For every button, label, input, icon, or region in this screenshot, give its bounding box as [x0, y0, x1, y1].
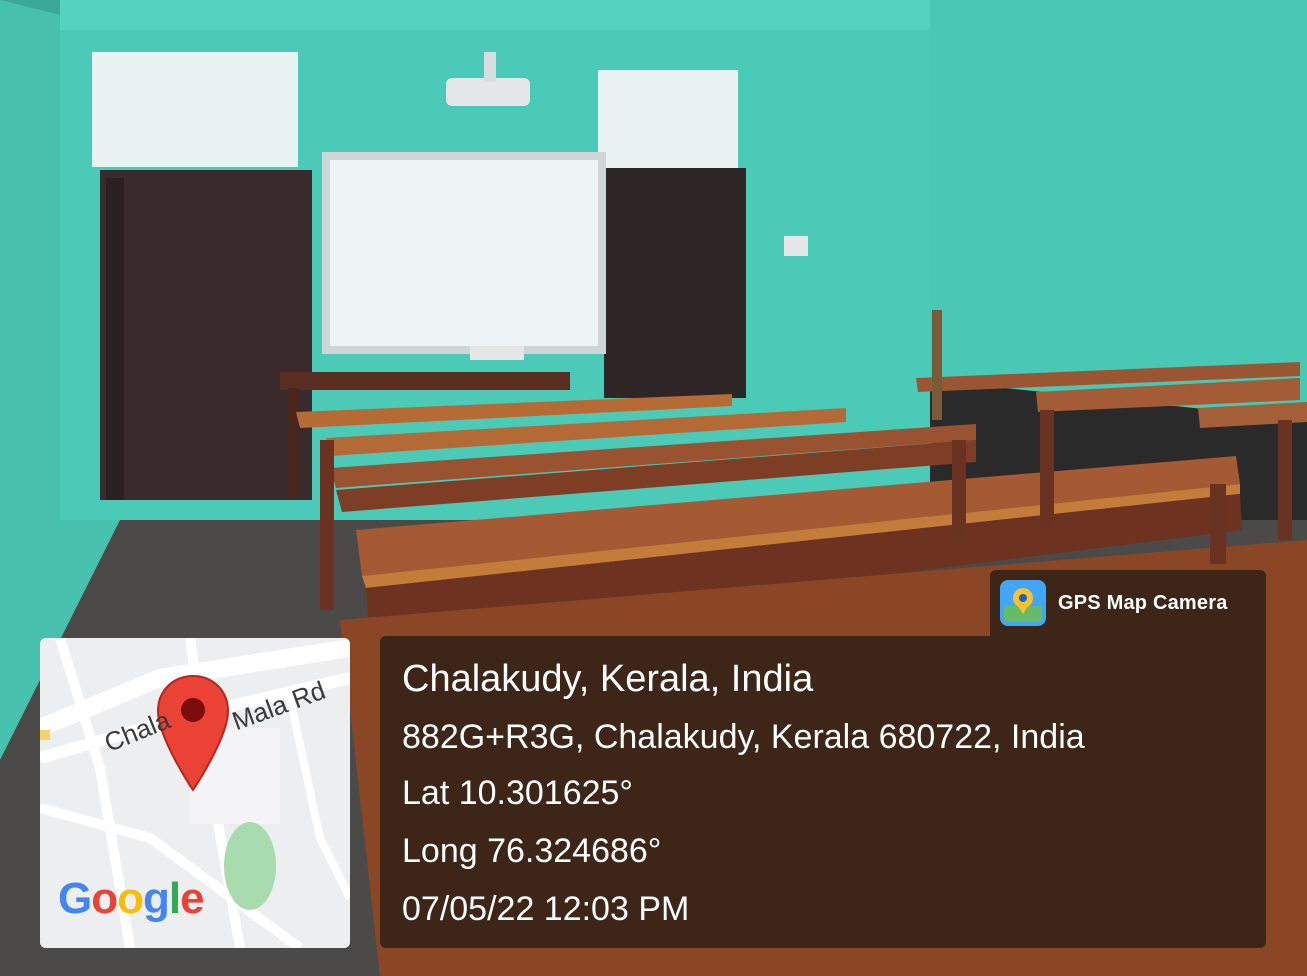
- latitude: Lat 10.301625°: [402, 774, 634, 812]
- gps-map-camera-badge: GPS Map Camera: [990, 570, 1266, 636]
- google-logo: Google: [58, 874, 205, 923]
- location-info-panel: Chalakudy, Kerala, India 882G+R3G, Chala…: [380, 636, 1266, 948]
- longitude: Long 76.324686°: [402, 832, 662, 870]
- gps-map-camera-icon: [1000, 580, 1046, 626]
- place-name: Chalakudy, Kerala, India: [402, 658, 814, 700]
- badge-label: GPS Map Camera: [1058, 591, 1228, 614]
- datetime: 07/05/22 12:03 PM: [402, 890, 690, 928]
- address: 882G+R3G, Chalakudy, Kerala 680722, Indi…: [402, 718, 1085, 756]
